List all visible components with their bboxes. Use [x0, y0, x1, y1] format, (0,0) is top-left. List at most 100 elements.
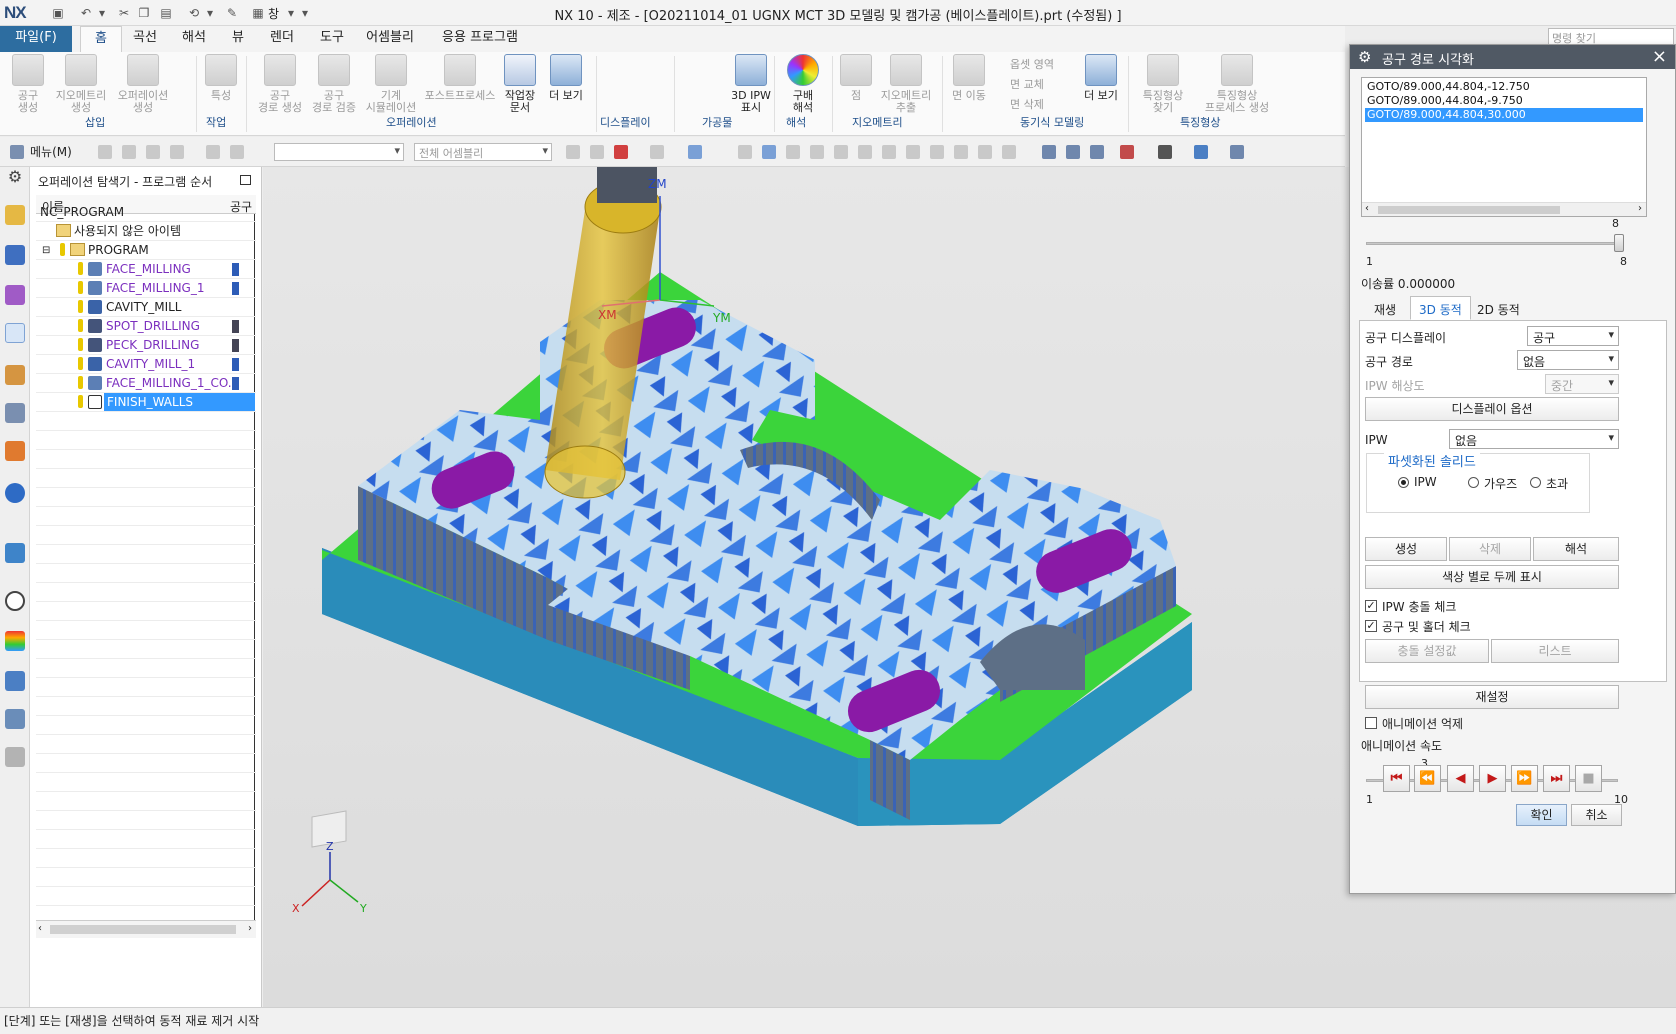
tab-file[interactable]: 파일(F)	[0, 26, 72, 52]
tree-row-program[interactable]: ⊟ PROGRAM	[36, 241, 256, 260]
snap-icon[interactable]	[738, 145, 752, 159]
palette-icon[interactable]	[5, 631, 25, 651]
ipw-collision-check-checkbox[interactable]: ✓	[1365, 600, 1377, 612]
extract-geometry-button[interactable]: 지오메트리 추출	[878, 54, 934, 114]
view-icon[interactable]	[1066, 145, 1080, 159]
postprocess-button[interactable]: 포스트프로세스	[424, 54, 496, 102]
find-feature-button[interactable]: 특징형상 찾기	[1134, 54, 1192, 114]
tab-home[interactable]: 홈	[80, 26, 122, 52]
create-feature-process-button[interactable]: 특징형상 프로세스 생성	[1196, 54, 1278, 114]
tab-curve[interactable]: 곡선	[124, 26, 166, 52]
process-studio-icon[interactable]	[5, 709, 25, 729]
step-forward-button[interactable]: ⏩	[1511, 765, 1538, 792]
snap-icon[interactable]	[566, 145, 580, 159]
tab-view[interactable]: 뷰	[224, 26, 252, 52]
history-clock-icon[interactable]	[5, 591, 25, 611]
view-icon[interactable]	[1194, 145, 1208, 159]
scroll-left-icon[interactable]: ‹	[38, 923, 42, 934]
select-icon[interactable]	[206, 145, 220, 159]
goto-line[interactable]: GOTO/89.000,44.804,-12.750	[1365, 80, 1532, 94]
tree-row-selected-operation[interactable]: FINISH_WALLS	[36, 393, 256, 412]
view-icon[interactable]	[1158, 145, 1172, 159]
cancel-button[interactable]: 취소	[1571, 804, 1622, 826]
collision-settings-button[interactable]: 충돌 설정값	[1365, 639, 1489, 663]
select-icon[interactable]	[230, 145, 244, 159]
geometry-view-icon[interactable]	[5, 285, 25, 305]
snap-icon[interactable]	[954, 145, 968, 159]
move-face-button[interactable]: 면 이동	[946, 54, 992, 102]
gear-icon[interactable]: ⚙	[1358, 48, 1371, 66]
tab-assembly[interactable]: 어셈블리	[360, 26, 420, 52]
play-forward-button[interactable]: ▶	[1479, 765, 1506, 792]
ipw-resolution-select[interactable]: 중간	[1545, 374, 1619, 394]
horizontal-scrollbar[interactable]: ‹ ›	[36, 920, 256, 938]
snap-icon[interactable]	[810, 145, 824, 159]
create-operation-button[interactable]: 오퍼레이션 생성	[114, 54, 172, 114]
offset-region-button[interactable]: 옵셋 영역	[1010, 56, 1054, 72]
tab-applications[interactable]: 응용 프로그램	[434, 26, 526, 52]
snap-icon[interactable]	[786, 145, 800, 159]
scroll-right-icon[interactable]: ›	[1638, 203, 1642, 214]
radio-ipw[interactable]	[1398, 477, 1409, 488]
machine-simulation-button[interactable]: 기계 시뮬레이션	[362, 54, 420, 114]
snap-icon[interactable]	[688, 145, 702, 159]
show-3d-ipw-button[interactable]: 3D IPW 표시	[724, 54, 778, 114]
reuse-library-icon[interactable]	[5, 441, 25, 461]
tab-render[interactable]: 렌더	[262, 26, 302, 52]
tree-row-operation[interactable]: PECK_DRILLING	[36, 336, 256, 355]
selection-scope-select[interactable]: 전체 어셈블리	[414, 143, 552, 161]
tree-row-operation[interactable]: CAVITY_MILL	[36, 298, 256, 317]
gradient-analysis-button[interactable]: 구배 해석	[778, 54, 828, 114]
snap-icon[interactable]	[762, 145, 776, 159]
snap-icon[interactable]	[650, 145, 664, 159]
step-slider-track[interactable]	[1366, 242, 1624, 245]
operation-navigator-icon[interactable]	[5, 323, 25, 343]
go-to-end-button[interactable]: ⏭	[1543, 765, 1570, 792]
goto-line-selected[interactable]: GOTO/89.000,44.804,30.000	[1365, 108, 1643, 122]
radio-excess[interactable]	[1530, 477, 1541, 488]
play-backward-button[interactable]: ◀	[1447, 765, 1474, 792]
step-slider-thumb[interactable]	[1614, 234, 1624, 252]
select-icon[interactable]	[146, 145, 160, 159]
close-icon[interactable]: ×	[1652, 46, 1667, 67]
tree-row-operation[interactable]: FACE_MILLING_1_CO...	[36, 374, 256, 393]
create-button[interactable]: 생성	[1365, 537, 1447, 561]
menu-button[interactable]: 메뉴(M)	[30, 143, 72, 160]
ok-button[interactable]: 확인	[1516, 804, 1567, 826]
tree-row-operation[interactable]: SPOT_DRILLING	[36, 317, 256, 336]
snap-icon[interactable]	[978, 145, 992, 159]
goto-line[interactable]: GOTO/89.000,44.804,-9.750	[1365, 94, 1525, 108]
snap-icon[interactable]	[906, 145, 920, 159]
verify-toolpath-button[interactable]: 공구 경로 검증	[308, 54, 360, 114]
scroll-right-icon[interactable]: ›	[248, 923, 252, 934]
generate-toolpath-button[interactable]: 공구 경로 생성	[254, 54, 306, 114]
tree-row-operation[interactable]: FACE_MILLING_1	[36, 279, 256, 298]
tab-2d-dynamic[interactable]: 2D 동적	[1468, 296, 1529, 320]
system-materials-icon[interactable]	[5, 671, 25, 691]
delete-face-button[interactable]: 면 삭제	[1010, 96, 1044, 112]
machine-tool-navigator-icon[interactable]	[5, 205, 25, 225]
tree-row-unused-items[interactable]: 사용되지 않은 아이템	[36, 222, 256, 241]
scrollbar-thumb[interactable]	[1378, 206, 1560, 214]
properties-button[interactable]: 특성	[202, 54, 240, 102]
program-order-icon[interactable]	[5, 245, 25, 265]
toolpath-select[interactable]: 없음	[1517, 350, 1619, 370]
view-icon[interactable]	[1230, 145, 1244, 159]
hd3d-info-icon[interactable]	[5, 483, 25, 503]
roles-icon[interactable]	[5, 747, 25, 767]
tab-replay[interactable]: 재생	[1365, 296, 1405, 320]
snap-icon[interactable]	[590, 145, 604, 159]
shop-documentation-button[interactable]: 작업장 문서	[494, 54, 546, 114]
machining-method-icon[interactable]	[5, 365, 25, 385]
gear-icon[interactable]: ⚙	[5, 167, 25, 187]
select-icon[interactable]	[122, 145, 136, 159]
step-backward-button[interactable]: ⏪	[1414, 765, 1441, 792]
tab-3d-dynamic[interactable]: 3D 동적	[1410, 296, 1471, 320]
maximize-icon[interactable]	[240, 175, 251, 185]
list-button[interactable]: 리스트	[1491, 639, 1619, 663]
display-options-button[interactable]: 디스플레이 옵션	[1365, 397, 1619, 421]
replace-face-button[interactable]: 면 교체	[1010, 76, 1044, 92]
stop-button[interactable]: ■	[1575, 765, 1602, 792]
more-sync-button[interactable]: 더 보기	[1078, 54, 1124, 102]
select-icon[interactable]	[170, 145, 184, 159]
